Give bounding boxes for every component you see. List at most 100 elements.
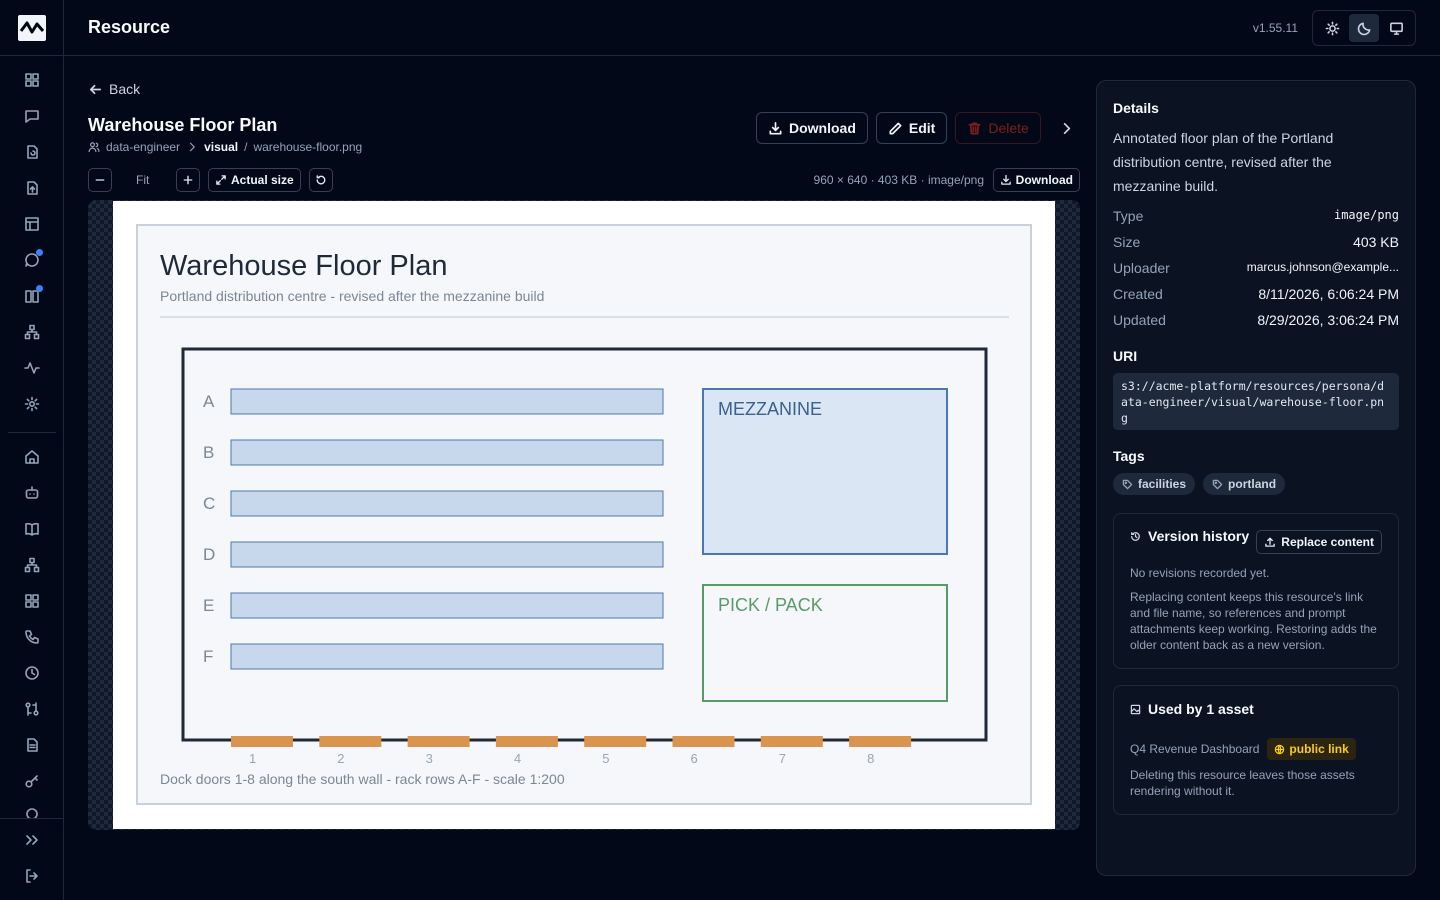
download-label: Download (789, 120, 856, 136)
zoom-out-button[interactable] (88, 168, 112, 192)
sidebar-rail (0, 0, 64, 900)
plan-caption: Dock doors 1-8 along the south wall - ra… (160, 771, 565, 787)
details-panel: Details Annotated floor plan of the Port… (1096, 80, 1416, 876)
system-theme-button[interactable] (1381, 14, 1411, 42)
tag-facilities[interactable]: facilities (1113, 473, 1196, 495)
next-button[interactable] (1053, 114, 1081, 142)
image-viewer[interactable]: Warehouse Floor Plan Portland distributi… (88, 200, 1080, 830)
light-theme-button[interactable] (1317, 14, 1347, 42)
used-by-title: Used by 1 asset (1130, 701, 1254, 717)
badge-label: public link (1289, 742, 1349, 756)
dock-door (584, 736, 647, 747)
git-compare-icon[interactable] (22, 699, 42, 719)
field-updated: Updated 8/29/2026, 3:06:24 PM (1113, 312, 1399, 328)
plan-title: Warehouse Floor Plan (160, 250, 447, 282)
replace-content-button[interactable]: Replace content (1256, 530, 1382, 554)
rack-row (230, 490, 664, 517)
field-uploader: Uploader marcus.johnson@example... (1113, 260, 1399, 276)
version-label: v1.55.11 (1252, 21, 1298, 35)
dock-door (319, 736, 382, 747)
rack-row (230, 439, 664, 466)
dock-door (231, 736, 293, 747)
file-sync-icon[interactable] (22, 142, 42, 162)
file-upload-icon[interactable] (22, 178, 42, 198)
org-chart-icon[interactable] (22, 555, 42, 575)
dock-door (760, 736, 823, 747)
bot-icon[interactable] (22, 483, 42, 503)
settings-icon[interactable] (22, 394, 42, 414)
tag-icon (1212, 479, 1223, 489)
minus-icon (95, 179, 105, 181)
app-title: Resource (88, 17, 171, 37)
asset-row: Q4 Revenue Dashboard public link (1130, 738, 1356, 760)
asset-name[interactable]: Q4 Revenue Dashboard (1130, 742, 1259, 756)
notification-dot (36, 249, 43, 256)
app-root: Resource v1.55.11 Back Warehouse Floor P… (0, 0, 1440, 900)
activity-icon[interactable] (22, 358, 42, 378)
breadcrumb-persona[interactable]: data-engineer (106, 140, 180, 154)
phone-icon[interactable] (22, 627, 42, 647)
network-icon[interactable] (22, 322, 42, 342)
book-icon[interactable] (22, 285, 43, 306)
document-icon[interactable] (22, 735, 42, 755)
chat-icon[interactable] (22, 106, 42, 126)
viewer-toolbar: Fit Actual size 960 × 640 · 403 KB · ima… (88, 168, 1080, 192)
more-icon[interactable] (22, 806, 42, 818)
field-key: Uploader (1113, 260, 1170, 276)
dock-door-label: 7 (779, 751, 786, 766)
tags-heading: Tags (1113, 448, 1145, 464)
viewer-download-button[interactable]: Download (992, 168, 1080, 192)
actual-size-label: Actual size (231, 173, 294, 187)
uri-value[interactable]: s3://acme-platform/resources/persona/dat… (1113, 373, 1399, 430)
breadcrumb-folder[interactable]: visual (204, 140, 238, 154)
details-heading: Details (1113, 100, 1159, 116)
dock-door-label: 5 (602, 751, 609, 766)
edit-button[interactable]: Edit (875, 112, 948, 144)
open-book-icon[interactable] (22, 519, 42, 539)
dock-door-label: 8 (867, 751, 874, 766)
sun-icon (1325, 21, 1339, 35)
actual-size-button[interactable]: Actual size (208, 168, 301, 192)
used-by-card: Used by 1 asset Q4 Revenue Dashboard pub… (1113, 685, 1399, 815)
image-meta: 960 × 640 · 403 KB · image/png (813, 173, 984, 187)
field-value: image/png (1333, 208, 1399, 222)
key-icon[interactable] (22, 771, 42, 791)
arrow-left-icon (89, 84, 102, 94)
download-icon (1000, 174, 1011, 185)
expand-icon (216, 175, 226, 185)
rail-divider (8, 432, 56, 433)
tag-portland[interactable]: portland (1203, 473, 1286, 495)
page-title: Warehouse Floor Plan (88, 115, 278, 135)
globe-icon (1275, 744, 1285, 754)
dark-theme-button[interactable] (1349, 14, 1379, 42)
logo-icon[interactable] (18, 15, 46, 41)
reset-view-button[interactable] (309, 168, 333, 192)
viewer-download-label: Download (1015, 173, 1073, 187)
expand-sidebar-icon[interactable] (22, 830, 42, 850)
table-icon[interactable] (22, 214, 42, 234)
uri-heading: URI (1113, 348, 1138, 364)
chevron-right-icon (189, 142, 195, 152)
clock-icon[interactable] (22, 663, 42, 683)
apps-icon[interactable] (22, 591, 42, 611)
plus-icon (183, 175, 193, 185)
back-link[interactable]: Back (88, 81, 140, 97)
breadcrumb-file: warehouse-floor.png (253, 140, 363, 154)
home-icon[interactable] (22, 447, 42, 467)
user-icon (88, 142, 100, 153)
moon-icon (1357, 22, 1370, 35)
field-key: Created (1113, 286, 1163, 302)
field-value: 8/11/2026, 6:06:24 PM (1258, 286, 1399, 302)
message-icon[interactable] (22, 249, 43, 270)
version-empty: No revisions recorded yet. (1130, 566, 1270, 580)
delete-button[interactable]: Delete (955, 112, 1041, 144)
field-created: Created 8/11/2026, 6:06:24 PM (1113, 286, 1399, 302)
dashboard-icon[interactable] (22, 70, 42, 90)
download-button[interactable]: Download (756, 112, 868, 144)
chevron-right-icon (1064, 122, 1071, 134)
delete-label: Delete (988, 120, 1029, 136)
logout-icon[interactable] (22, 866, 42, 886)
zoom-in-button[interactable] (176, 168, 200, 192)
field-key: Type (1113, 208, 1144, 224)
breadcrumb: data-engineer visual / warehouse-floor.p… (88, 140, 362, 154)
